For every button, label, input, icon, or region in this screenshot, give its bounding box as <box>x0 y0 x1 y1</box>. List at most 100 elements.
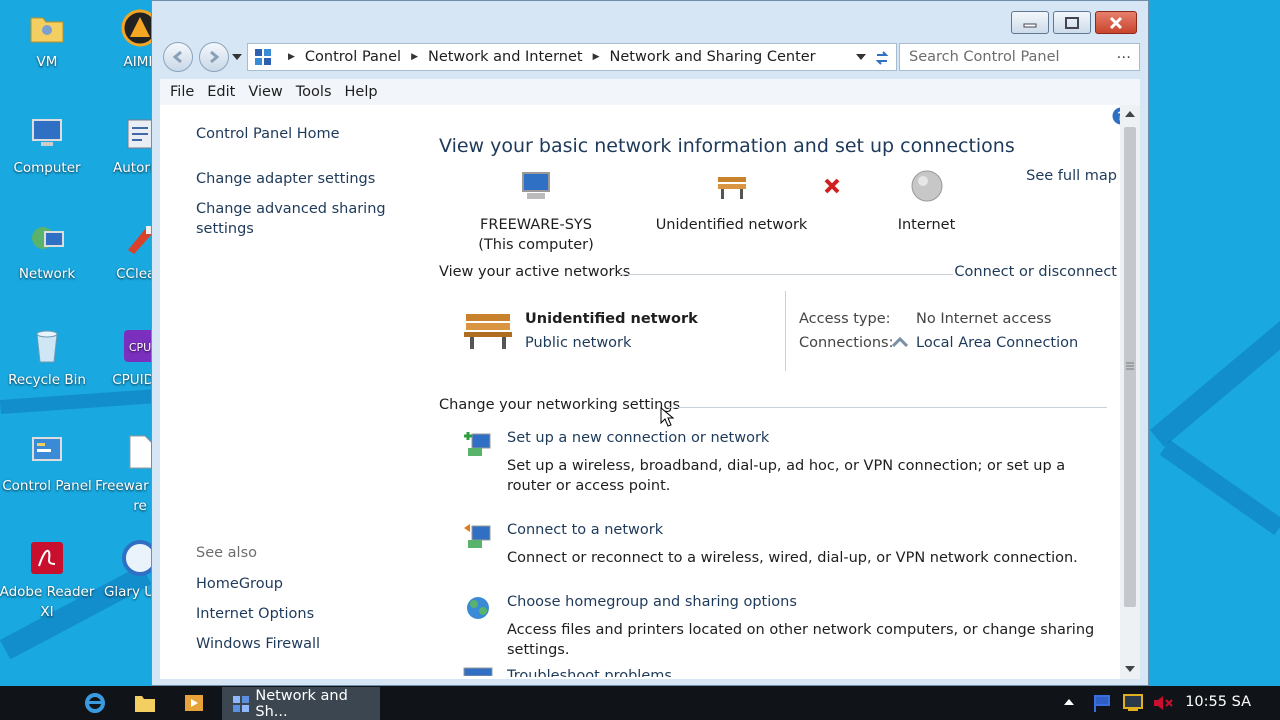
menu-view[interactable]: View <box>248 84 282 100</box>
scroll-down-icon[interactable] <box>1125 666 1135 673</box>
taskbar-network-sharing-center[interactable]: Network and Sh... <box>222 687 380 720</box>
desktop-icon-label: Computer <box>13 160 81 176</box>
chevron-right-icon[interactable]: ▶ <box>593 52 600 62</box>
folder-user-icon <box>30 17 64 43</box>
see-full-map-link[interactable]: See full map <box>1026 168 1117 184</box>
navigation-bar: ▶ Control Panel ▶ Network and Internet ▶… <box>162 41 1140 73</box>
homegroup-icon <box>467 597 489 619</box>
disconnected-icon[interactable] <box>823 177 841 195</box>
arrow-right-icon <box>210 50 220 64</box>
content-area: Control Panel Home Change adapter settin… <box>160 105 1140 679</box>
show-hidden-icons[interactable] <box>1064 699 1074 706</box>
desktop-icon-computer[interactable]: Computer <box>0 114 95 178</box>
homegroup-link[interactable]: HomeGroup <box>196 574 283 594</box>
recent-pages-icon[interactable] <box>232 54 242 61</box>
new-connection-icon <box>464 432 491 456</box>
change-advanced-sharing-link[interactable]: Change advanced sharing settings <box>196 199 396 239</box>
vertical-divider <box>785 291 786 371</box>
chevron-right-icon[interactable]: ▶ <box>288 52 295 62</box>
wallpaper-stripe <box>0 388 161 414</box>
connect-or-disconnect-link[interactable]: Connect or disconnect <box>954 264 1117 280</box>
window-controls <box>1011 11 1137 34</box>
address-bar[interactable]: ▶ Control Panel ▶ Network and Internet ▶… <box>247 43 897 71</box>
desktop-icon-adobe-reader[interactable]: Adobe Reader XI <box>0 538 95 622</box>
search-input[interactable]: Search Control Panel … <box>899 43 1140 71</box>
network-warning-icon[interactable] <box>1122 693 1144 713</box>
task-title[interactable]: Troubleshoot problems <box>507 666 672 677</box>
globe-icon <box>911 170 942 202</box>
internet-explorer-icon[interactable] <box>84 692 106 714</box>
menu-help[interactable]: Help <box>345 84 378 100</box>
task-description: Connect or reconnect to a wireless, wire… <box>507 550 1078 566</box>
network-sharing-center-window: ▶ Control Panel ▶ Network and Internet ▶… <box>151 0 1149 686</box>
local-area-connection-link[interactable]: Local Area Connection <box>916 335 1078 351</box>
volume-muted-icon[interactable] <box>1152 693 1174 713</box>
taskbar-task-label: Network and Sh... <box>255 687 348 720</box>
map-internet-label: Internet <box>897 217 956 233</box>
map-node-network[interactable]: Unidentified network <box>654 169 809 235</box>
desktop-icon-recycle-bin[interactable]: Recycle Bin <box>0 326 95 390</box>
internet-options-link[interactable]: Internet Options <box>196 604 314 624</box>
wallpaper-stripe <box>1159 440 1280 536</box>
file-explorer-icon[interactable] <box>134 693 156 713</box>
page-title: View your basic network information and … <box>439 135 1015 157</box>
task-description: Set up a wireless, broadband, dial-up, a… <box>507 458 1066 494</box>
access-type-value: No Internet access <box>916 311 1052 327</box>
address-dropdown-icon[interactable] <box>856 54 866 61</box>
menu-tools[interactable]: Tools <box>296 84 332 100</box>
menu-file[interactable]: File <box>170 84 194 100</box>
map-node-internet[interactable]: Internet <box>884 169 969 235</box>
computer-sub-label: (This computer) <box>478 237 594 253</box>
desktop-icon-label: Network <box>18 266 76 282</box>
desktop-icon-label: Adobe Reader XI <box>0 584 95 620</box>
control-panel-icon <box>233 695 249 712</box>
desktop-icon-vm[interactable]: VM <box>0 8 95 72</box>
active-networks-heading: View your active networks <box>439 264 631 280</box>
change-settings-heading: Change your networking settings <box>439 397 681 413</box>
change-adapter-settings-link[interactable]: Change adapter settings <box>196 169 375 189</box>
vertical-scrollbar[interactable] <box>1120 105 1140 679</box>
network-type-link[interactable]: Public network <box>525 335 631 351</box>
svg-text:CPU: CPU <box>129 341 151 354</box>
control-panel-icon <box>32 437 62 461</box>
troubleshoot-icon <box>463 667 493 676</box>
desktop-icon-control-panel[interactable]: Control Panel <box>0 432 95 496</box>
connect-network-icon <box>464 524 491 548</box>
adobe-reader-icon <box>31 542 63 574</box>
task-description: Access files and printers located on oth… <box>507 622 1095 658</box>
action-center-flag-icon[interactable] <box>1092 693 1112 713</box>
back-button[interactable] <box>163 42 193 72</box>
map-network-label: Unidentified network <box>655 217 808 233</box>
breadcrumb-control-panel[interactable]: Control Panel <box>305 49 401 65</box>
close-button[interactable] <box>1095 11 1137 34</box>
scroll-thumb[interactable] <box>1124 127 1136 607</box>
task-title[interactable]: Connect to a network <box>507 522 663 538</box>
clock[interactable]: 10:55 SA <box>1185 694 1251 710</box>
search-options-icon[interactable]: … <box>1117 46 1132 62</box>
windows-firewall-link[interactable]: Windows Firewall <box>196 634 320 654</box>
forward-button[interactable] <box>199 42 229 72</box>
access-type-label: Access type: <box>799 311 891 327</box>
control-panel-home-link[interactable]: Control Panel Home <box>196 124 340 144</box>
desktop-icon-label: Control Panel <box>2 478 92 494</box>
ethernet-icon <box>891 336 909 348</box>
maximize-button[interactable] <box>1053 11 1091 34</box>
menu-edit[interactable]: Edit <box>207 84 235 100</box>
task-title[interactable]: Set up a new connection or network <box>507 430 769 446</box>
computer-name: FREEWARE-SYS <box>480 217 592 233</box>
desktop-icon-network[interactable]: Network <box>0 220 95 284</box>
desktop-icon-label: VM <box>36 54 58 70</box>
scroll-up-icon[interactable] <box>1125 111 1135 118</box>
minimize-button[interactable] <box>1011 11 1049 34</box>
breadcrumb-network-and-internet[interactable]: Network and Internet <box>428 49 583 65</box>
map-node-computer[interactable]: FREEWARE-SYS (This computer) <box>469 169 603 255</box>
menu-bar: File Edit View Tools Help <box>160 79 1140 105</box>
refresh-icon[interactable] <box>874 50 890 66</box>
close-icon <box>1109 16 1123 29</box>
task-title[interactable]: Choose homegroup and sharing options <box>507 594 797 610</box>
bench-icon <box>717 177 746 199</box>
network-icon <box>32 227 64 249</box>
chevron-right-icon[interactable]: ▶ <box>411 52 418 62</box>
media-player-icon[interactable] <box>184 693 204 713</box>
breadcrumb-network-and-sharing-center[interactable]: Network and Sharing Center <box>610 49 816 65</box>
